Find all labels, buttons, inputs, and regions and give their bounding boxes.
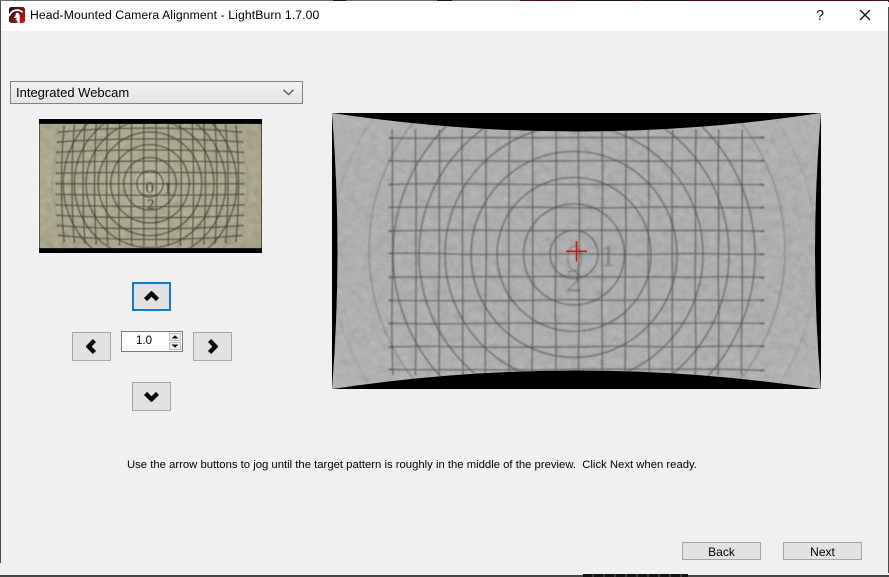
svg-text:1: 1 xyxy=(164,178,173,197)
svg-text:0: 0 xyxy=(146,178,155,197)
svg-text:1: 1 xyxy=(600,238,616,273)
svg-text:2: 2 xyxy=(147,197,155,213)
